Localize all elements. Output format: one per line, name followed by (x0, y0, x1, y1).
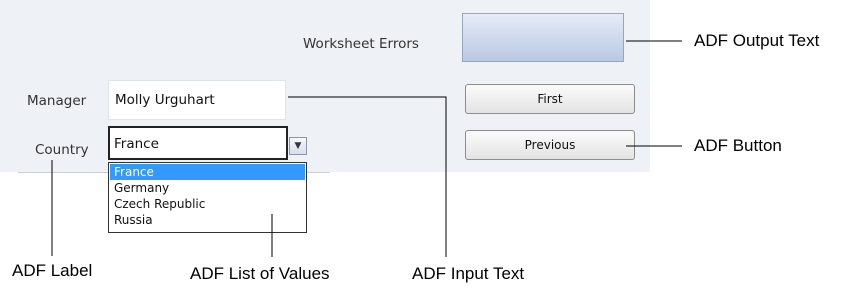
callout-adf-label: ADF Label (12, 261, 93, 280)
callout-adf-button: ADF Button (694, 136, 782, 155)
callout-adf-list-of-values: ADF List of Values (190, 264, 330, 283)
leader-line-input-text (288, 96, 447, 257)
callout-adf-output-text: ADF Output Text (694, 31, 820, 50)
callout-adf-input-text: ADF Input Text (412, 264, 525, 283)
